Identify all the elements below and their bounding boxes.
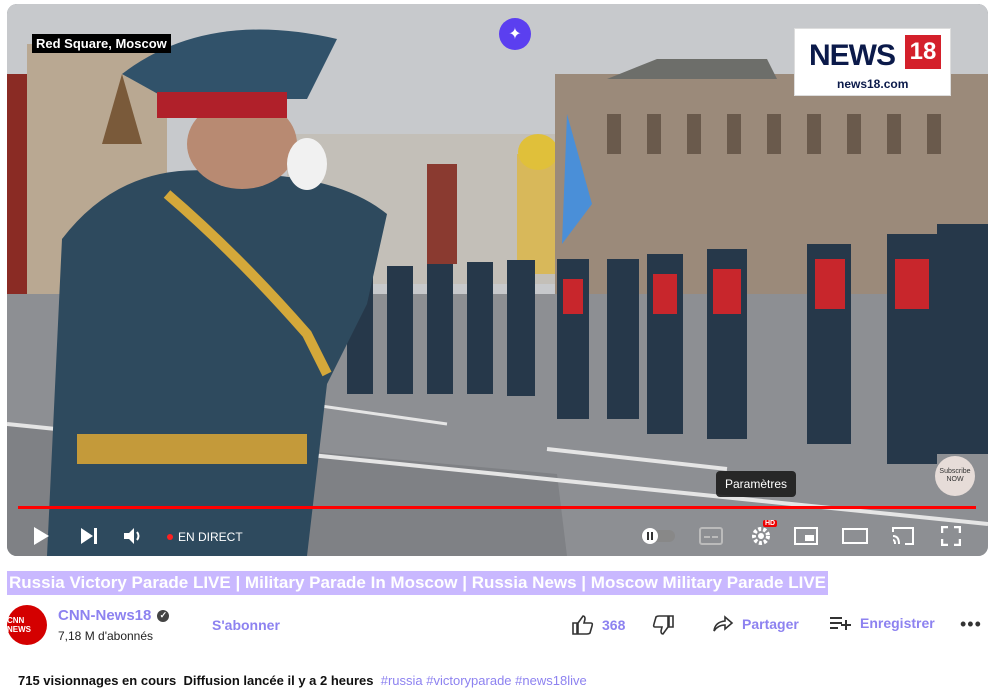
like-button[interactable]: 368	[572, 615, 625, 635]
hashtag-link[interactable]: #news18live	[515, 673, 587, 688]
settings-tooltip: Paramètres	[716, 471, 797, 497]
viewer-count: 715 visionnages en cours	[18, 673, 177, 688]
progress-bar[interactable]	[18, 506, 976, 509]
fullscreen-icon[interactable]	[937, 522, 965, 550]
subscriber-count: 7,18 M d'abonnés	[58, 629, 154, 643]
cast-icon[interactable]	[889, 522, 917, 550]
live-indicator[interactable]: EN DIRECT	[167, 530, 243, 544]
more-actions-icon[interactable]: •••	[960, 614, 982, 635]
thumbs-down-icon	[652, 615, 674, 635]
video-title: Russia Victory Parade LIVE | Military Pa…	[7, 571, 829, 595]
share-button[interactable]: Partager	[712, 615, 799, 633]
video-meta: 715 visionnages en cours Diffusion lancé…	[18, 673, 587, 688]
miniplayer-icon[interactable]	[792, 522, 820, 550]
location-label: Red Square, Moscow	[32, 34, 171, 53]
verified-check-icon: ✓	[157, 609, 170, 622]
subscribe-watermark[interactable]: Subscribe NOW	[935, 456, 975, 496]
player-controls: EN DIRECT HD	[7, 516, 988, 556]
dislike-button[interactable]	[652, 615, 674, 635]
settings-gear-icon[interactable]: HD	[747, 520, 778, 550]
save-button[interactable]: Enregistrer	[830, 615, 935, 631]
channel-avatar[interactable]: CNN NEWS	[7, 605, 47, 645]
subscribe-button[interactable]: S'abonner	[212, 617, 280, 633]
channel-name-row[interactable]: CNN-News18 ✓	[58, 607, 170, 624]
theater-mode-icon[interactable]	[840, 522, 870, 550]
volume-icon[interactable]	[119, 522, 147, 550]
news18-logo: NEWS 18 news18.com	[794, 28, 951, 96]
playlist-add-icon	[830, 617, 851, 630]
stream-start: Diffusion lancée il y a 2 heures	[183, 673, 374, 688]
hd-badge: HD	[763, 520, 778, 527]
autoplay-toggle-icon[interactable]	[640, 522, 676, 550]
thumbs-up-icon	[572, 615, 594, 635]
video-player[interactable]: Red Square, Moscow ✦ NEWS 18 news18.com …	[7, 4, 988, 556]
hashtag-link[interactable]: #victoryparade	[426, 673, 511, 688]
next-icon[interactable]	[75, 522, 103, 550]
share-arrow-icon	[713, 615, 734, 632]
like-count: 368	[602, 617, 626, 633]
live-dot-icon	[167, 534, 173, 540]
play-icon[interactable]	[27, 522, 55, 550]
channel-name[interactable]: CNN-News18	[58, 607, 151, 624]
subtitles-icon[interactable]	[697, 522, 725, 550]
ai-sparkle-icon[interactable]: ✦	[499, 18, 531, 50]
hashtag-link[interactable]: #russia	[381, 673, 423, 688]
